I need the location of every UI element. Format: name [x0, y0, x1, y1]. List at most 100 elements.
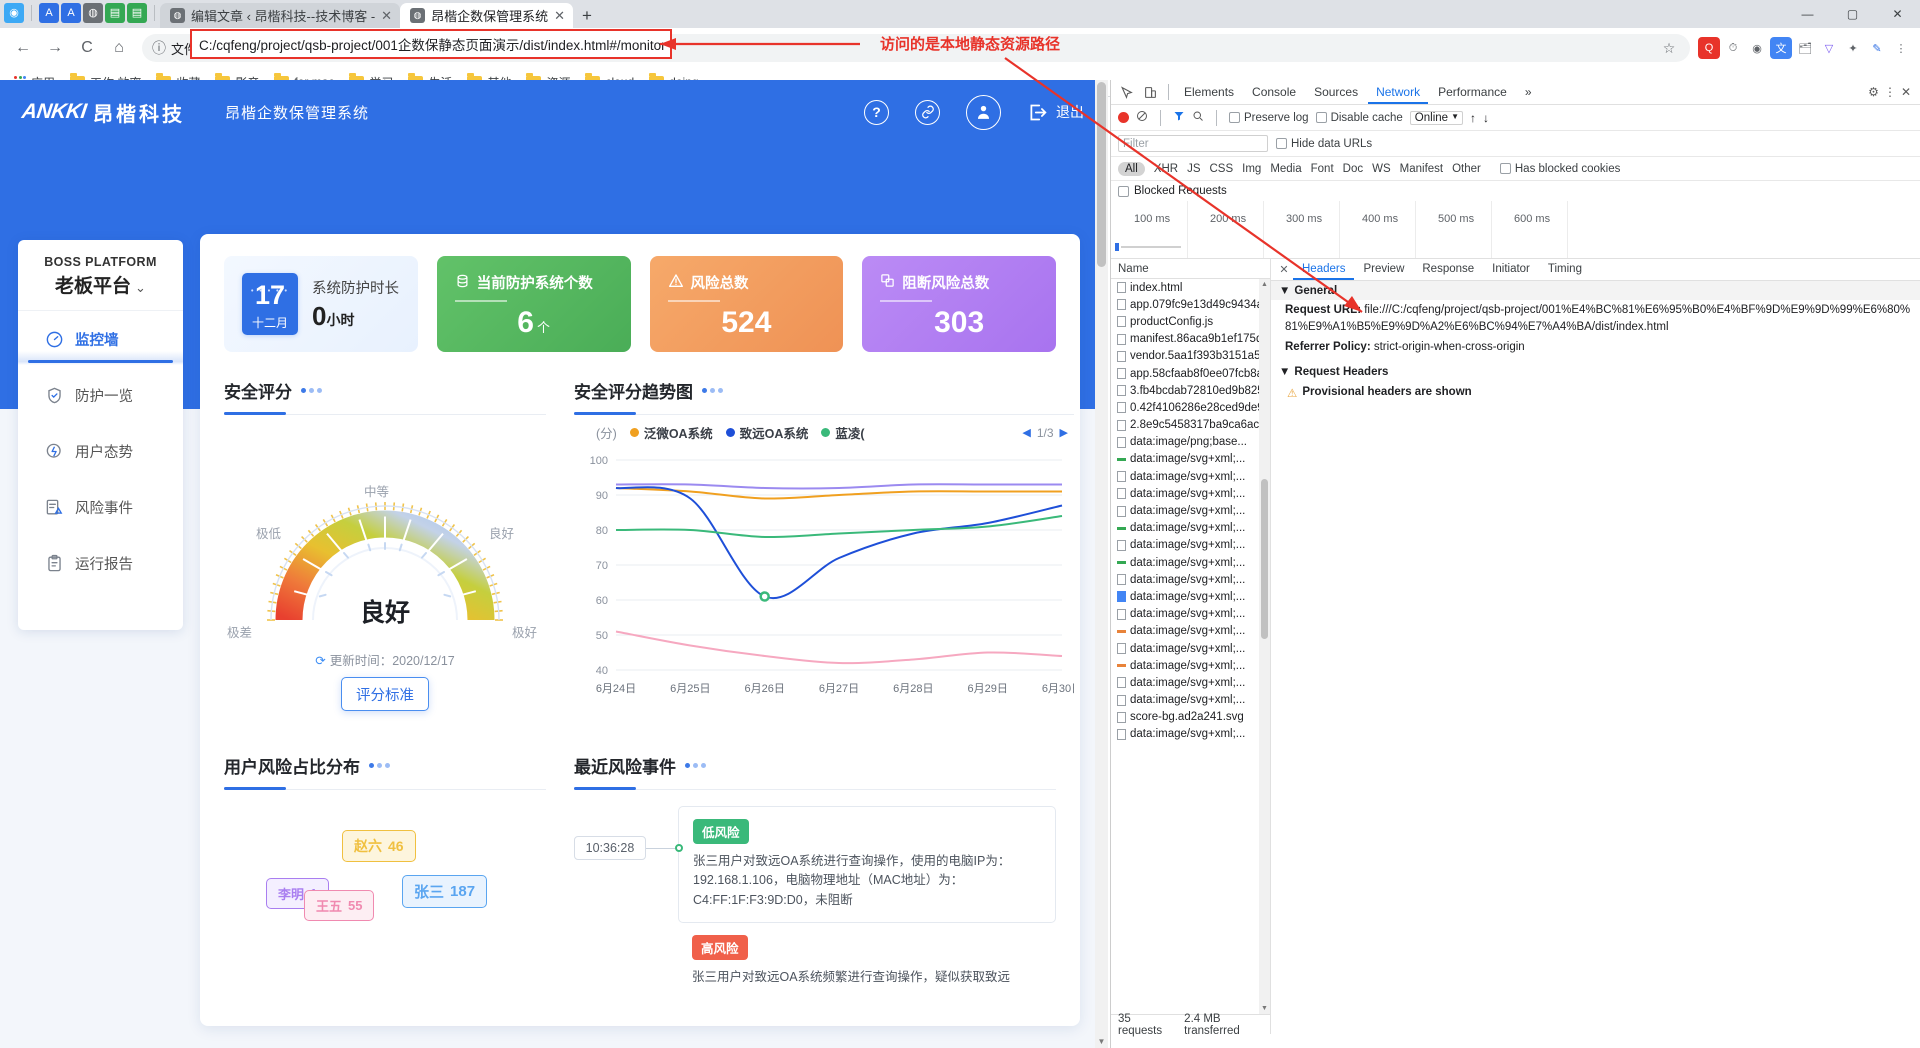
subtab-preview[interactable]: Preview: [1354, 259, 1413, 280]
request-row[interactable]: 2.8e9c5458317ba9ca6ac8.js: [1111, 417, 1270, 434]
logout-button[interactable]: 退出: [1027, 102, 1084, 123]
stat-card-risk-total[interactable]: 风险总数 524: [649, 256, 844, 352]
checkbox[interactable]: [1229, 112, 1240, 123]
request-url-value[interactable]: file:///C:/cqfeng/project/qsb-project/00…: [1285, 304, 1910, 333]
tab-sources[interactable]: Sources: [1306, 80, 1366, 104]
kebab-icon[interactable]: ⋮: [1884, 85, 1896, 99]
avatar[interactable]: [966, 94, 1001, 130]
page-scrollbar[interactable]: ▲ ▼: [1095, 80, 1108, 1048]
request-row[interactable]: data:image/svg+xml;...: [1111, 674, 1270, 691]
type-filter-doc[interactable]: Doc: [1343, 163, 1363, 175]
prev-icon[interactable]: ◀: [1022, 426, 1030, 439]
scroll-down-icon[interactable]: ▼: [1095, 1035, 1108, 1048]
request-row[interactable]: data:image/png;base...: [1111, 434, 1270, 451]
pinned-tab-4[interactable]: ◍: [83, 2, 103, 23]
request-row[interactable]: vendor.5aa1f393b3151a526d0: [1111, 348, 1270, 365]
tab-inactive[interactable]: ◍ 编辑文章 ‹ 昂楷科技--技术博客 - ✕: [160, 3, 401, 28]
tab-performance[interactable]: Performance: [1430, 80, 1515, 104]
clear-icon[interactable]: [1136, 110, 1148, 125]
pinned-tab-3[interactable]: A: [61, 2, 81, 23]
close-icon[interactable]: ✕: [381, 8, 392, 24]
extension-icon-clock[interactable]: ⏱: [1722, 37, 1744, 59]
sidebar-item-user-trend[interactable]: 用户态势: [18, 423, 183, 479]
request-headers-section-header[interactable]: ▼ Request Headers: [1271, 362, 1920, 382]
minimize-button[interactable]: —: [1785, 0, 1830, 28]
request-row[interactable]: index.html: [1111, 279, 1270, 296]
has-blocked-cookies-checkbox[interactable]: Has blocked cookies: [1499, 163, 1620, 175]
request-row[interactable]: productConfig.js: [1111, 313, 1270, 330]
close-window-button[interactable]: ✕: [1875, 0, 1920, 28]
legend-item-1[interactable]: 致远OA系统: [725, 423, 808, 442]
sidebar-item-risk-events[interactable]: 风险事件: [18, 479, 183, 535]
chart-pager[interactable]: ◀ 1/3 ▶: [1022, 426, 1074, 440]
checkbox[interactable]: [1499, 163, 1511, 174]
pinned-tab-1[interactable]: ◉: [4, 2, 24, 23]
extension-icon-funnel[interactable]: ▽: [1818, 37, 1840, 59]
type-filter-all[interactable]: All: [1118, 161, 1145, 176]
request-list[interactable]: index.html app.079fc9e13d49c9434a22a5 prod…: [1111, 279, 1270, 1014]
platform-switcher[interactable]: BOSS PLATFORM 老板平台 ⌄: [18, 255, 183, 311]
stat-card-protected-systems[interactable]: 当前防护系统个数 6个: [436, 256, 631, 352]
checkbox[interactable]: [1276, 138, 1287, 149]
request-row[interactable]: data:image/svg+xml;...: [1111, 640, 1270, 657]
sidebar-item-protection[interactable]: 防护一览: [18, 367, 183, 423]
record-icon[interactable]: [1118, 112, 1129, 123]
close-icon[interactable]: ✕: [554, 8, 565, 24]
import-har-icon[interactable]: ↑: [1470, 111, 1476, 125]
bubble-item[interactable]: 赵六 46: [342, 830, 416, 862]
checkbox[interactable]: [1315, 112, 1327, 123]
link-icon[interactable]: [915, 99, 940, 125]
type-filter-ws[interactable]: WS: [1372, 163, 1391, 175]
subtab-timing[interactable]: Timing: [1539, 259, 1591, 280]
request-row[interactable]: manifest.86aca9b1ef175d4e1a: [1111, 331, 1270, 348]
subtab-initiator[interactable]: Initiator: [1483, 259, 1539, 280]
stat-card-blocked-total[interactable]: 阻断风险总数 303: [862, 256, 1056, 352]
request-row[interactable]: data:image/svg+xml;...: [1111, 692, 1270, 709]
refresh-icon[interactable]: ⟳: [315, 654, 325, 668]
request-row[interactable]: data:image/svg+xml;...: [1111, 485, 1270, 502]
request-row[interactable]: data:image/svg+xml;...: [1111, 520, 1270, 537]
extension-icon-power[interactable]: ◉: [1746, 37, 1768, 59]
type-filter-font[interactable]: Font: [1311, 163, 1334, 175]
request-row[interactable]: data:image/svg+xml;...: [1111, 451, 1270, 468]
filter-icon[interactable]: [1173, 110, 1185, 125]
stat-card-protect-duration[interactable]: 17 十二月 系统防护时长 0小时: [224, 256, 418, 352]
request-row[interactable]: data:image/svg+xml;...: [1111, 468, 1270, 485]
throttling-select[interactable]: Online ▼: [1409, 110, 1464, 125]
sidebar-item-monitor[interactable]: 监控墙: [18, 311, 183, 367]
score-standard-button[interactable]: 评分标准: [341, 677, 429, 711]
bubble-item[interactable]: 王五 55: [304, 890, 375, 921]
extension-icon-tabs[interactable]: 🗂: [1794, 37, 1816, 59]
scroll-up-icon[interactable]: ▲: [1259, 279, 1270, 290]
tab-active[interactable]: ◍ 昂楷企数保管理系统 ✕: [400, 3, 573, 28]
subtab-headers[interactable]: Headers: [1293, 259, 1355, 280]
bookmark-star-icon[interactable]: ☆: [1658, 37, 1680, 59]
extension-icon-pen[interactable]: ✎: [1866, 37, 1888, 59]
request-row[interactable]: data:image/svg+xml;...: [1111, 657, 1270, 674]
device-toolbar-icon[interactable]: [1139, 82, 1161, 102]
close-detail-icon[interactable]: ✕: [1275, 263, 1293, 276]
reload-button[interactable]: C: [72, 33, 102, 63]
request-row[interactable]: data:image/svg+xml;...: [1111, 571, 1270, 588]
tab-overflow[interactable]: »: [1517, 80, 1540, 104]
request-row[interactable]: data:image/svg+xml;...: [1111, 623, 1270, 640]
type-filter-img[interactable]: Img: [1242, 163, 1261, 175]
tab-elements[interactable]: Elements: [1176, 80, 1242, 104]
preserve-log-checkbox[interactable]: Preserve log: [1229, 112, 1309, 124]
checkbox[interactable]: [1118, 185, 1129, 197]
request-row[interactable]: app.079fc9e13d49c9434a22a5: [1111, 296, 1270, 313]
back-button[interactable]: ←: [8, 33, 38, 63]
type-filter-other[interactable]: Other: [1452, 163, 1481, 175]
request-row[interactable]: data:image/svg+xml;...: [1111, 554, 1270, 571]
chrome-menu-button[interactable]: ⋮: [1890, 37, 1912, 59]
event-row[interactable]: 高风险 张三用户对致远OA系统频繁进行查询操作，疑似获取致远: [574, 935, 1056, 1000]
legend-item-0[interactable]: 泛微OA系统: [629, 423, 713, 442]
inspect-icon[interactable]: [1115, 82, 1137, 102]
close-icon[interactable]: ✕: [1901, 85, 1911, 99]
sidebar-item-reports[interactable]: 运行报告: [18, 535, 183, 591]
request-row[interactable]: 0.42f4106286e28ced9de9.js: [1111, 399, 1270, 416]
subtab-response[interactable]: Response: [1413, 259, 1483, 280]
request-row[interactable]: data:image/svg+xml;...: [1111, 502, 1270, 519]
maximize-button[interactable]: ▢: [1830, 0, 1875, 28]
request-row[interactable]: app.58cfaab8f0ee07fcb8ad.js: [1111, 365, 1270, 382]
